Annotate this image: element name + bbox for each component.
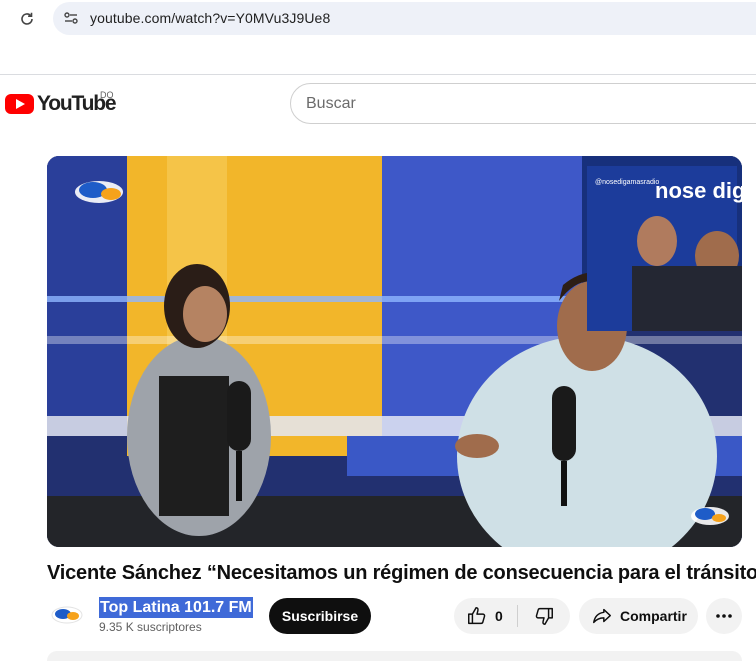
site-info-icon[interactable] [61, 8, 81, 28]
dislike-button[interactable] [518, 598, 570, 634]
browser-toolbar: youtube.com/watch?v=Y0MVu3J9Ue8 [0, 0, 756, 40]
more-horizontal-icon [716, 614, 732, 618]
subscribe-button[interactable]: Suscribirse [269, 598, 371, 634]
channel-avatar[interactable] [47, 598, 87, 632]
share-label: Compartir [620, 608, 687, 624]
video-frame: @nosedigamasradio nose digamos [47, 156, 742, 547]
reload-icon[interactable] [14, 8, 40, 30]
youtube-play-icon [5, 94, 34, 114]
overlay-show-title: nose digamos [655, 178, 742, 203]
youtube-logo[interactable]: YouTube [5, 90, 117, 118]
channel-name[interactable]: Top Latina 101.7 FM [99, 597, 253, 618]
search-box[interactable] [290, 83, 756, 124]
video-title: Vicente Sánchez “Necesitamos un régimen … [47, 562, 756, 584]
video-player[interactable]: @nosedigamasradio nose digamos [47, 156, 742, 547]
address-bar[interactable]: youtube.com/watch?v=Y0MVu3J9Ue8 [53, 2, 756, 35]
overlay-handle: @nosedigamasradio [595, 179, 659, 186]
description-box[interactable] [47, 651, 742, 661]
channel-logo-icon [51, 606, 83, 624]
subscriber-count: 9.35 K suscriptores [99, 620, 202, 634]
share-icon [593, 608, 611, 624]
thumbs-down-icon [535, 607, 553, 625]
search-input[interactable] [306, 94, 706, 114]
share-button[interactable]: Compartir [579, 598, 698, 634]
top-latina-watermark-icon [691, 507, 729, 525]
divider [0, 74, 756, 75]
more-actions-button[interactable] [706, 598, 742, 634]
country-code: DO [100, 90, 114, 100]
top-latina-logo-icon [75, 181, 123, 203]
like-count: 0 [495, 608, 503, 624]
thumbs-up-icon [468, 607, 486, 625]
like-button[interactable]: 0 [454, 598, 517, 634]
url-text[interactable]: youtube.com/watch?v=Y0MVu3J9Ue8 [90, 10, 330, 26]
like-dislike-group: 0 [454, 598, 570, 634]
